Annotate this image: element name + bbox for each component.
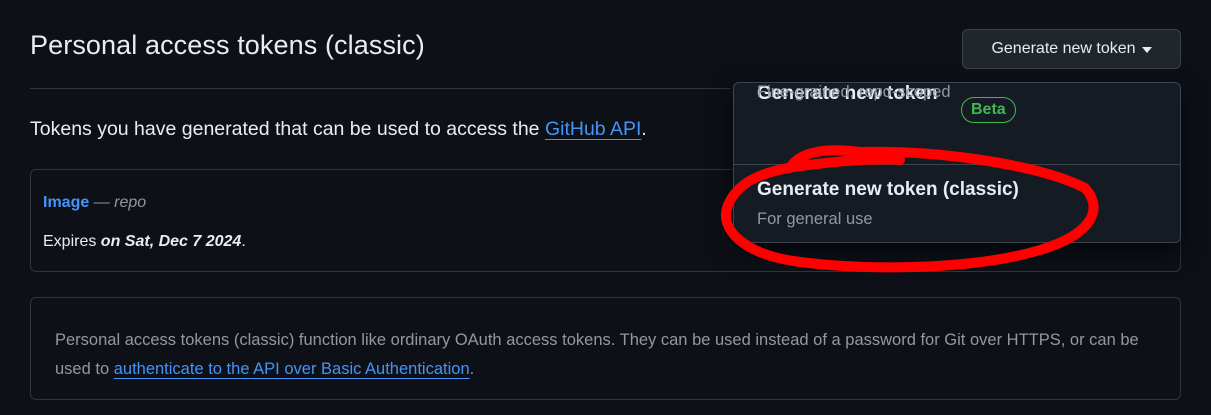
token-expiry: Expires on Sat, Dec 7 2024. bbox=[43, 233, 246, 250]
menu-item-classic-description: For general use bbox=[757, 210, 873, 228]
basic-auth-link[interactable]: authenticate to the API over Basic Authe… bbox=[114, 360, 470, 378]
header-divider bbox=[30, 88, 730, 89]
menu-item-classic[interactable] bbox=[734, 164, 1180, 242]
info-box: Personal access tokens (classic) functio… bbox=[30, 297, 1181, 400]
intro-text: Tokens you have generated that can be us… bbox=[30, 118, 647, 140]
generate-new-token-button-label: Generate new token bbox=[991, 40, 1136, 57]
generate-token-dropdown: Generate new token Beta Fine-grained, re… bbox=[733, 82, 1181, 243]
page-title: Personal access tokens (classic) bbox=[30, 30, 425, 60]
menu-item-fine-grained-description: Fine-grained, repo-scoped bbox=[757, 83, 951, 101]
menu-item-classic-title: Generate new token (classic) bbox=[757, 179, 1019, 200]
token-name-link[interactable]: Image bbox=[43, 194, 89, 211]
token-summary: Image — repo bbox=[43, 194, 147, 211]
beta-badge: Beta bbox=[961, 97, 1016, 123]
caret-down-icon bbox=[1141, 47, 1152, 53]
token-expiry-date: on Sat, Dec 7 2024 bbox=[100, 233, 242, 250]
token-scope: repo bbox=[114, 194, 147, 211]
generate-new-token-button[interactable]: Generate new token bbox=[962, 29, 1181, 69]
github-api-link[interactable]: GitHub API bbox=[545, 118, 641, 140]
info-text: Personal access tokens (classic) functio… bbox=[55, 331, 1139, 378]
